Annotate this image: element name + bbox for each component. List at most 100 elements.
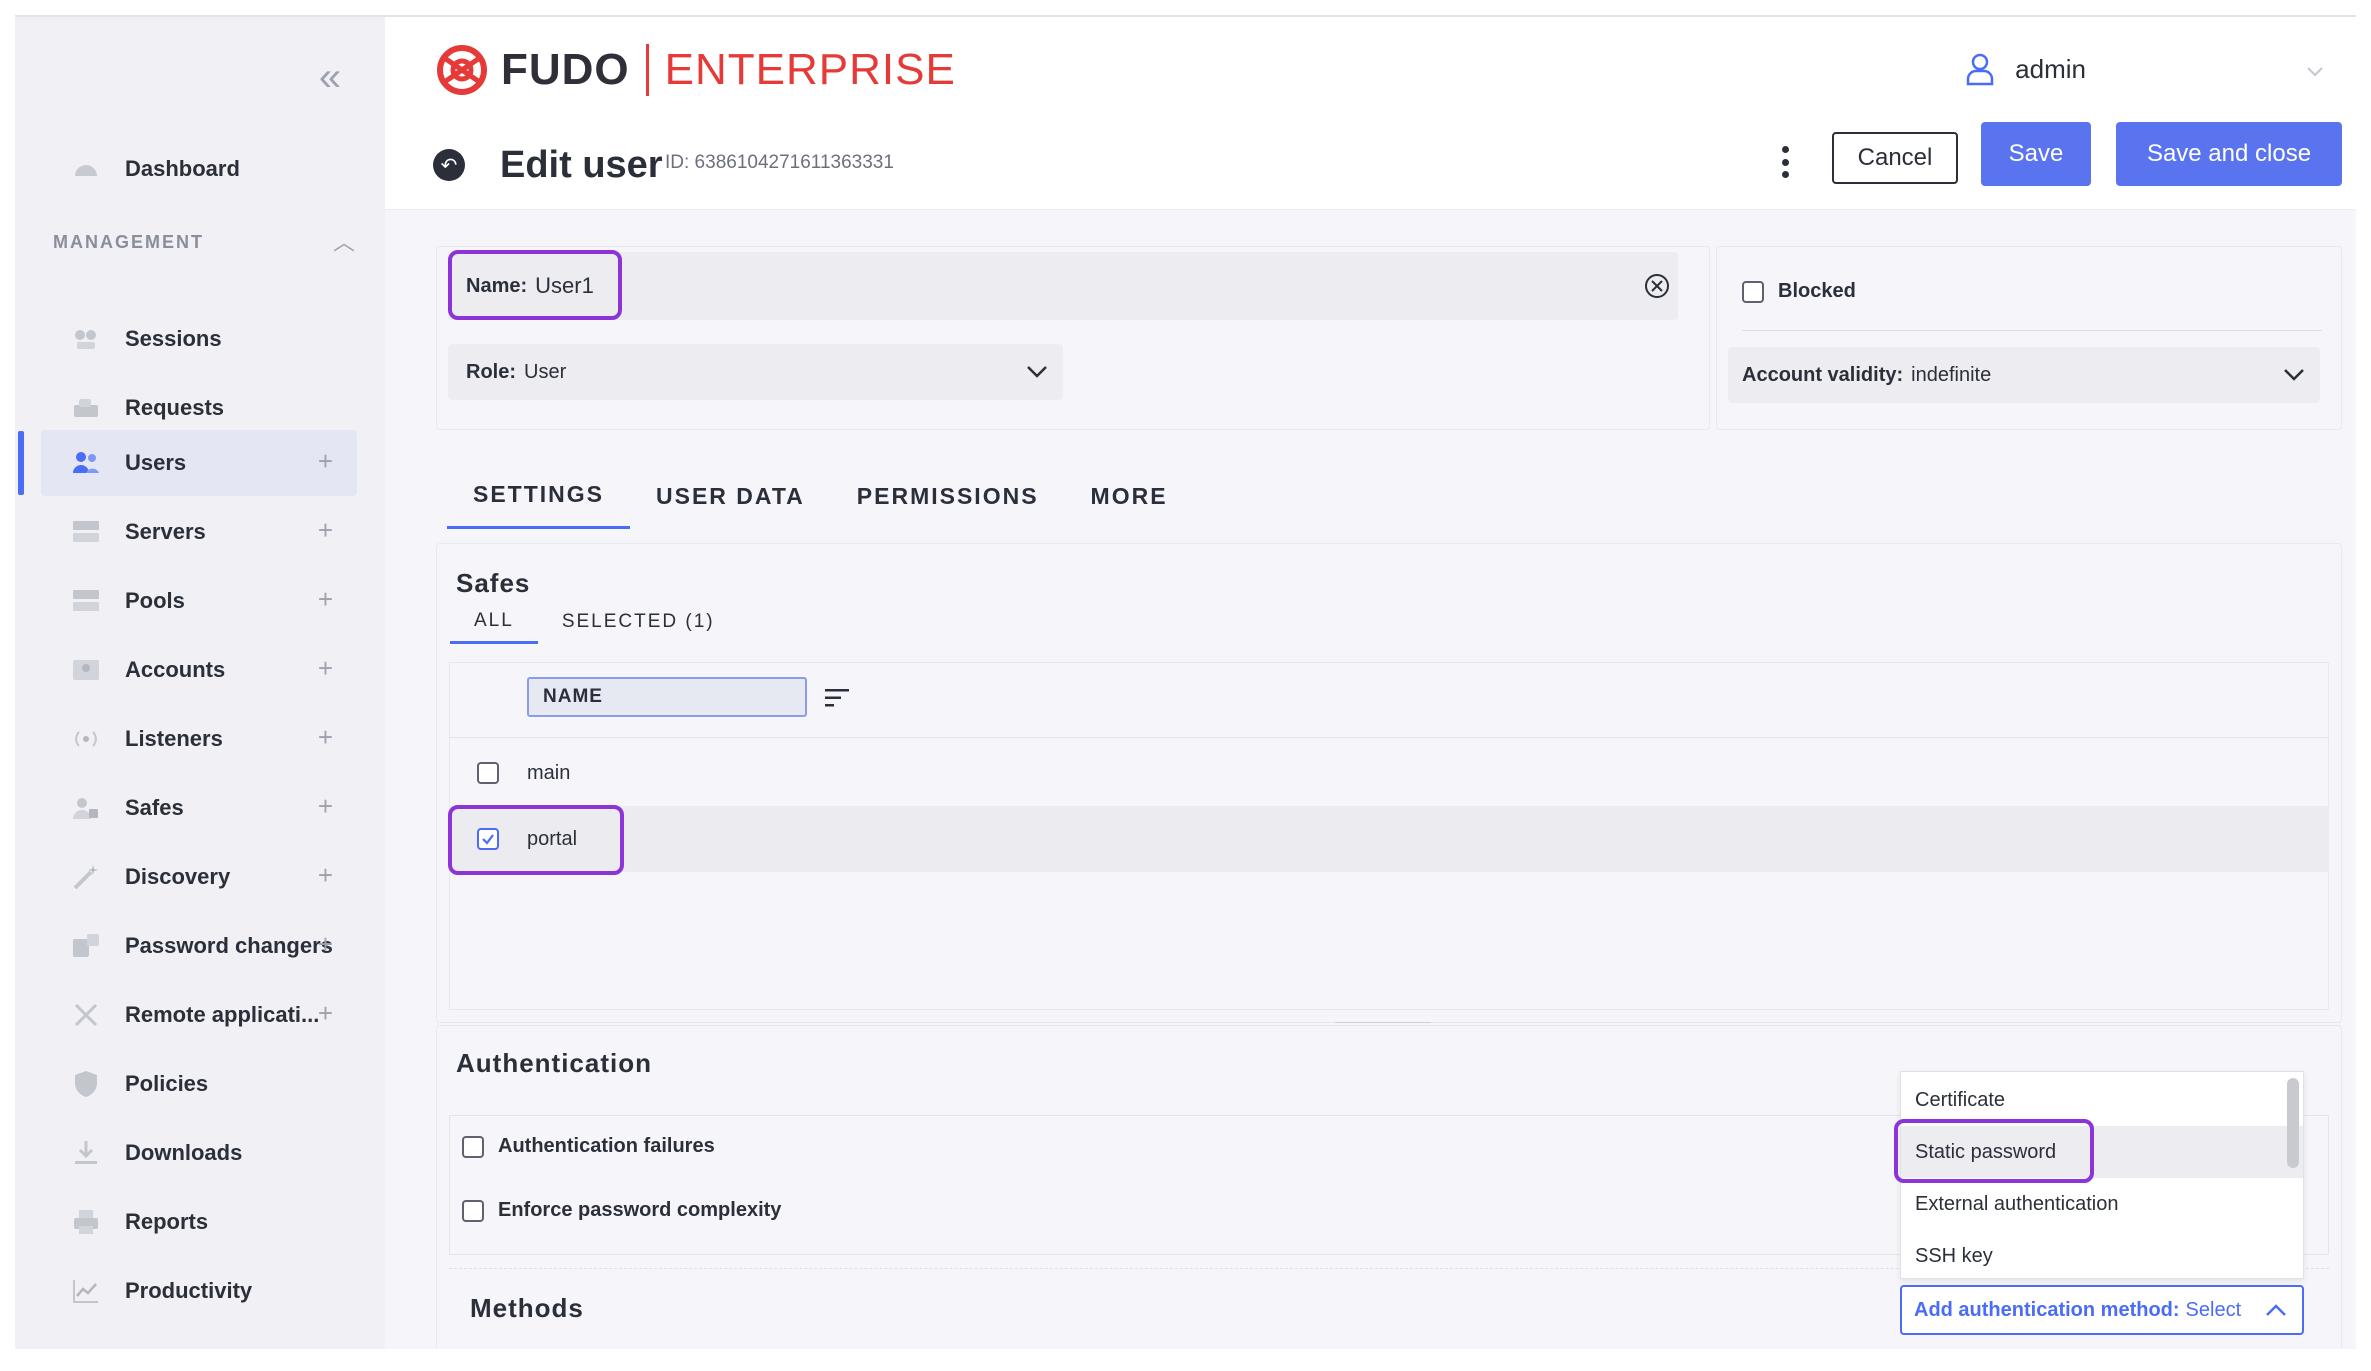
sidebar-item-downloads[interactable]: Downloads [41,1120,357,1186]
sidebar-item-dashboard[interactable]: Dashboard [41,136,357,202]
app-window: « Dashboard MANAGEMENT ︿ Sessions Reques… [15,15,2356,1349]
safe-name: main [527,761,571,784]
validity-label: Account validity: [1742,363,1904,386]
sidebar-item-label: Sessions [125,326,222,351]
listeners-icon [71,724,101,754]
add-user-icon[interactable]: + [318,448,333,474]
sidebar-item-label: Password changers [125,933,333,958]
collapse-sidebar-icon[interactable]: « [305,57,355,97]
shield-icon [71,1069,101,1099]
add-remote-application-icon[interactable]: + [318,1000,333,1026]
header: FUDO ENTERPRISE admin ↶ Edit user ID: 63… [385,17,2356,210]
password-complexity-label: Enforce password complexity [498,1199,782,1221]
name-field[interactable]: Name: User1 [448,252,1678,320]
fudo-logo-icon [437,45,487,95]
page-title: Edit user [500,144,663,186]
user-icon [1966,53,1994,86]
name-filter-input[interactable]: NAME [527,677,807,717]
sidebar-item-pools[interactable]: Pools + [41,568,357,634]
add-password-changer-icon[interactable]: + [318,931,333,957]
chevron-down-icon [1027,366,1047,378]
role-value: User [524,360,567,383]
accounts-icon [71,655,101,685]
scrollbar-thumb[interactable] [2287,1078,2299,1168]
sidebar-item-policies[interactable]: Policies [41,1051,357,1117]
tab-more[interactable]: MORE [1065,463,1194,529]
sidebar-item-accounts[interactable]: Accounts + [41,637,357,703]
auth-failures-checkbox[interactable]: Authentication failures [462,1135,715,1158]
add-auth-method-label: Add authentication method: [1914,1298,2180,1321]
user-menu[interactable]: admin [1965,52,2326,86]
subtab-all[interactable]: ALL [450,600,538,644]
chevron-up-icon[interactable]: ︿ [333,225,355,257]
more-options-icon[interactable] [1775,142,1795,182]
add-listener-icon[interactable]: + [318,724,333,750]
users-icon [71,448,101,478]
blocked-checkbox[interactable]: Blocked [1742,280,1856,303]
sidebar-item-sessions[interactable]: Sessions [41,306,357,372]
sidebar-item-label: Users [125,450,187,475]
row-checkbox[interactable] [477,762,499,784]
sidebar-item-servers[interactable]: Servers + [41,499,357,565]
sidebar-item-label: Policies [125,1071,209,1096]
sidebar-item-label: Remote applicati... [125,1002,320,1027]
servers-icon [71,517,101,547]
methods-title: Methods [470,1293,584,1323]
add-server-icon[interactable]: + [318,517,333,543]
management-section-label: MANAGEMENT [53,232,204,252]
table-row[interactable]: portal [449,806,2329,872]
pools-icon [71,586,101,616]
table-row[interactable]: main [449,740,2329,806]
role-select[interactable]: Role: User [448,344,1063,400]
chart-icon [71,1276,101,1306]
logo-text: FUDO [501,45,630,94]
sidebar-item-label: Accounts [125,657,226,682]
sidebar-item-password-changers[interactable]: Password changers + [41,913,357,979]
save-and-close-button[interactable]: Save and close [2116,122,2342,186]
add-discovery-icon[interactable]: + [318,862,333,888]
sort-icon[interactable] [823,686,851,710]
sidebar-item-label: Pools [125,588,185,613]
add-auth-method-select[interactable]: Add authentication method: Select [1900,1285,2304,1335]
sidebar-item-safes[interactable]: Safes + [41,775,357,841]
tab-user-data[interactable]: USER DATA [630,463,831,529]
blocked-checkbox-box[interactable] [1742,280,1764,303]
sidebar-item-label: Listeners [125,726,223,751]
auth-failures-checkbox-box[interactable] [462,1135,484,1158]
sidebar-item-label: Discovery [125,864,231,889]
role-label: Role: [466,360,516,383]
subtab-selected[interactable]: SELECTED (1) [538,600,739,644]
sidebar-item-listeners[interactable]: Listeners + [41,706,357,772]
option-ssh-key[interactable]: SSH key [1901,1230,2303,1282]
add-safe-icon[interactable]: + [318,793,333,819]
sidebar-item-remote-applications[interactable]: Remote applicati... + [41,982,357,1048]
sidebar-item-label: Downloads [125,1140,243,1165]
auth-failures-label: Authentication failures [498,1135,715,1157]
sidebar-item-label: Safes [125,795,184,820]
clear-icon[interactable] [1644,273,1670,299]
back-icon[interactable]: ↶ [433,149,465,181]
requests-icon [71,393,101,423]
dashboard-icon [71,154,101,184]
password-complexity-checkbox-box[interactable] [462,1199,484,1222]
blocked-label: Blocked [1778,280,1856,302]
validity-value: indefinite [1911,363,1992,386]
sidebar-item-productivity[interactable]: Productivity [41,1258,357,1324]
tab-permissions[interactable]: PERMISSIONS [831,463,1065,529]
sidebar-item-discovery[interactable]: Discovery + [41,844,357,910]
save-button[interactable]: Save [1981,122,2091,186]
logo-subtext: ENTERPRISE [664,45,956,94]
cancel-button[interactable]: Cancel [1832,132,1958,184]
magic-wand-icon [71,862,101,892]
download-icon [71,1138,101,1168]
add-account-icon[interactable]: + [318,655,333,681]
main-content: Name: User1 Role: User Blocked Account v… [385,210,2356,1349]
sidebar-item-users[interactable]: Users + [41,430,357,496]
option-external-authentication[interactable]: External authentication [1901,1178,2303,1230]
add-pool-icon[interactable]: + [318,586,333,612]
password-complexity-checkbox[interactable]: Enforce password complexity [462,1199,781,1222]
account-validity-select[interactable]: Account validity: indefinite [1728,347,2320,403]
tab-settings[interactable]: SETTINGS [447,463,631,529]
sidebar-item-reports[interactable]: Reports [41,1189,357,1255]
user-id: ID: 6386104271611363331 [665,152,894,173]
